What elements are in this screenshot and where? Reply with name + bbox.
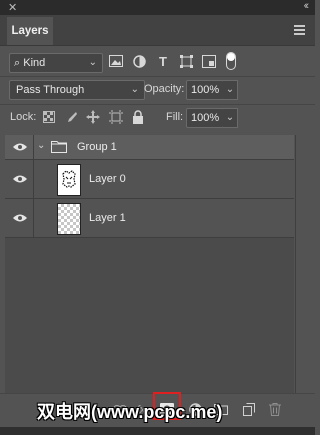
eye-icon — [13, 214, 27, 222]
type-filter-icon[interactable]: T — [155, 55, 171, 69]
opacity-dropdown-button[interactable]: ⌄ — [223, 80, 238, 100]
lock-row: Lock: Fill: 100% ⌄ — [0, 107, 315, 129]
lock-image-pixels-icon[interactable] — [63, 111, 79, 125]
panel-titlebar: ✕ ‹‹ — [0, 0, 315, 15]
fill-input[interactable]: 100% — [186, 108, 224, 128]
blend-mode-select[interactable]: Pass Through ⌄ — [9, 80, 145, 100]
layer-row-group[interactable]: ⌄ Group 1 — [5, 135, 294, 160]
lock-position-icon[interactable] — [85, 110, 101, 124]
search-icon: ⌕ — [14, 57, 21, 69]
filter-toggle-icon[interactable] — [225, 52, 237, 72]
kind-filter-label: Kind — [23, 57, 46, 69]
layer-name: Layer 1 — [89, 212, 126, 224]
tab-layers[interactable]: Layers — [7, 17, 53, 45]
chevron-down-icon: ⌄ — [130, 84, 139, 95]
panel-bottom-edge — [0, 427, 315, 435]
shape-filter-icon[interactable] — [178, 55, 194, 69]
visibility-toggle[interactable] — [5, 160, 34, 198]
blend-mode-value: Pass Through — [16, 84, 85, 96]
smart-object-filter-icon[interactable] — [201, 55, 217, 69]
lock-all-icon[interactable] — [130, 110, 146, 124]
collapse-icon[interactable]: ‹‹ — [304, 0, 310, 12]
kind-filter-select[interactable]: ⌕ Kind ⌄ — [9, 53, 103, 73]
layers-list: ⌄ Group 1 Layer 0 Layer 1 — [5, 135, 294, 393]
layer-row[interactable]: Layer 0 — [5, 160, 294, 199]
opacity-input[interactable]: 100% — [186, 80, 224, 100]
image-filter-icon[interactable] — [108, 55, 124, 69]
watermark-text: 双电网(www.pcpc.me) — [37, 402, 223, 422]
divider — [0, 76, 315, 77]
fill-label: Fill: — [166, 111, 184, 123]
fill-dropdown-button[interactable]: ⌄ — [223, 108, 238, 128]
lock-transparent-pixels-icon[interactable] — [41, 111, 57, 125]
layer-thumbnail — [57, 203, 81, 235]
panel-menu-icon[interactable] — [294, 25, 305, 37]
chevron-down-icon: ⌄ — [88, 57, 97, 68]
layer-name: Layer 0 — [89, 173, 126, 185]
close-icon[interactable]: ✕ — [8, 1, 17, 14]
layer-row[interactable]: Layer 1 — [5, 199, 294, 238]
folder-icon — [51, 141, 67, 153]
visibility-toggle[interactable] — [5, 135, 34, 159]
opacity-label: Opacity: — [144, 83, 185, 95]
lock-label: Lock: — [10, 111, 37, 123]
eye-icon — [13, 175, 27, 183]
adjustment-filter-icon[interactable] — [131, 55, 147, 69]
scrollbar[interactable] — [295, 135, 296, 393]
blend-row: Pass Through ⌄ Opacity: 100% ⌄ — [0, 79, 315, 101]
chevron-down-icon[interactable]: ⌄ — [37, 140, 45, 151]
eye-icon — [13, 143, 27, 151]
panel-tabbar: Layers — [0, 15, 315, 46]
layer-filter-row: ⌕ Kind ⌄ T — [0, 50, 315, 74]
layer-name: Group 1 — [77, 141, 117, 153]
visibility-toggle[interactable] — [5, 199, 34, 237]
lock-artboard-icon[interactable] — [108, 110, 124, 124]
layer-thumbnail — [57, 164, 81, 196]
divider — [0, 104, 315, 105]
